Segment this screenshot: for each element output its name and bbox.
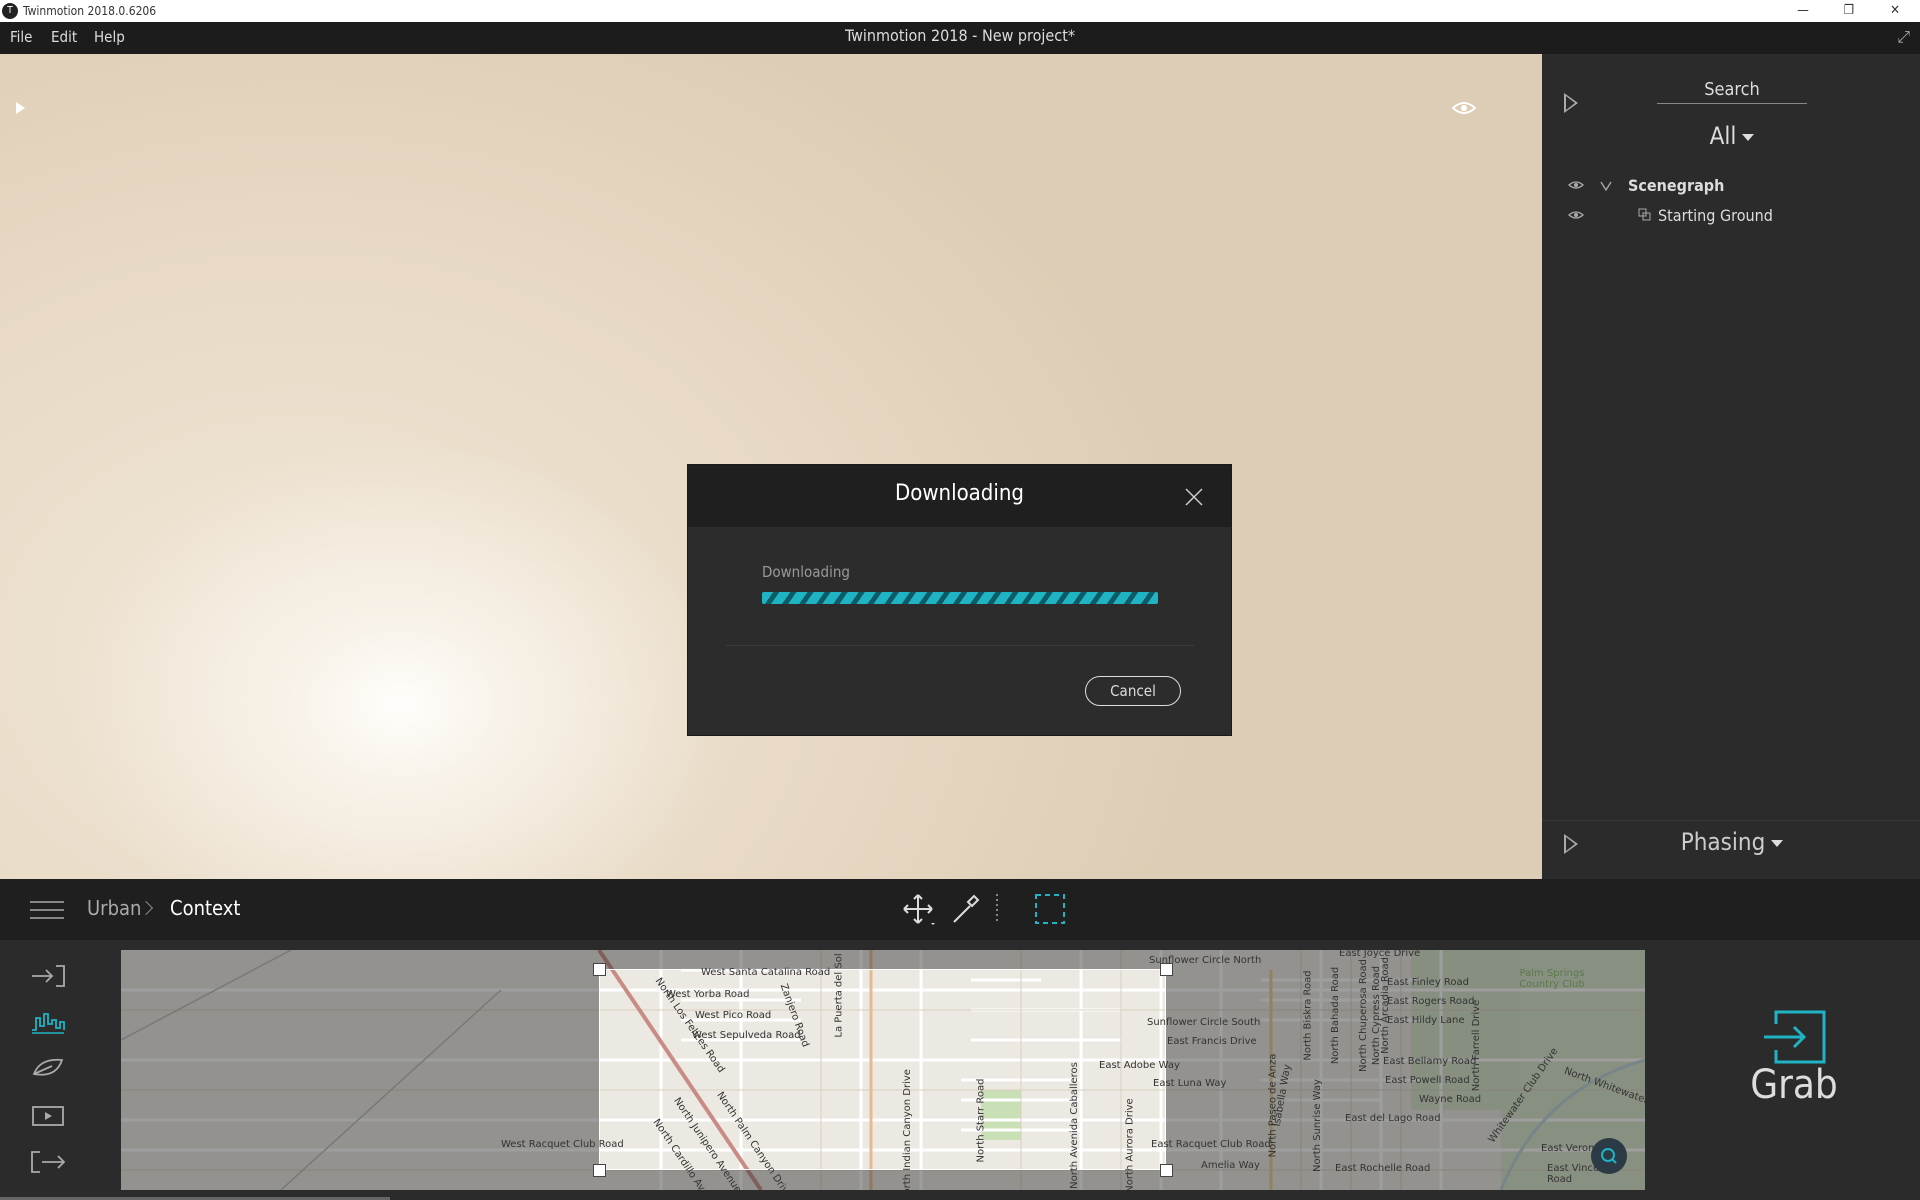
- grab-button[interactable]: Grab: [1742, 1062, 1846, 1108]
- export-icon[interactable]: [30, 1150, 66, 1174]
- close-window-button[interactable]: ✕: [1872, 0, 1918, 22]
- leaf-icon[interactable]: [30, 1056, 66, 1080]
- breadcrumb-urban[interactable]: Urban: [87, 896, 141, 920]
- map-label: West Santa Catalina Road: [701, 967, 831, 978]
- map-search-button[interactable]: [1591, 1138, 1627, 1174]
- map-label: North Starr Road: [975, 1078, 987, 1163]
- map-label: East Rochelle Road: [1335, 1163, 1431, 1174]
- close-icon[interactable]: [1184, 487, 1204, 507]
- map-label: East Francis Drive: [1167, 1036, 1257, 1047]
- map-label: East Luna Way: [1153, 1078, 1227, 1089]
- map-label: East Rogers Road: [1387, 996, 1475, 1007]
- map-label: East Adobe Way: [1099, 1060, 1180, 1071]
- download-status-label: Downloading: [762, 563, 850, 581]
- import-icon[interactable]: [30, 964, 66, 988]
- restore-button[interactable]: ❐: [1826, 0, 1872, 22]
- download-progress-bar: [762, 592, 1158, 604]
- map-label: West Pico Road: [695, 1010, 772, 1021]
- tree-item-starting-ground[interactable]: Starting Ground: [1568, 206, 1868, 228]
- window-title: Twinmotion 2018.0.6206: [23, 4, 157, 18]
- map-label: East Joyce Drive: [1339, 950, 1421, 959]
- map-label: Sunflower Circle South: [1147, 1017, 1261, 1028]
- map-label: North Sunrise Way: [1311, 1079, 1323, 1172]
- cancel-button[interactable]: Cancel: [1085, 676, 1181, 706]
- map-label-layer: West Santa Catalina Road West Yorba Road…: [121, 950, 1645, 1190]
- map-label: North Whitewater Club: [1562, 1065, 1645, 1115]
- map-label: Wayne Road: [1419, 1094, 1482, 1105]
- location-map[interactable]: West Santa Catalina Road West Yorba Road…: [121, 950, 1645, 1190]
- map-label: North Bahada Road: [1330, 966, 1342, 1065]
- map-label: East Bellamy Road: [1383, 1056, 1477, 1067]
- map-label: West Yorba Road: [666, 989, 750, 1000]
- scene-panel: Search All Scenegraph Starting Ground Ph…: [1542, 54, 1920, 879]
- dialog-title: Downloading: [894, 481, 1024, 506]
- magnifier-icon: [1601, 1148, 1617, 1164]
- eye-icon[interactable]: [1568, 180, 1584, 190]
- map-label: East del Lago Road: [1345, 1113, 1441, 1124]
- map-label: East Finley Road: [1387, 977, 1470, 988]
- map-label: East Hildy Lane: [1387, 1015, 1465, 1026]
- hamburger-menu-icon[interactable]: [30, 901, 64, 919]
- project-title: Twinmotion 2018 - New project*: [844, 26, 1076, 45]
- media-icon[interactable]: [30, 1104, 66, 1128]
- eye-icon[interactable]: [1568, 210, 1584, 220]
- map-label: North Farrell Drive: [1471, 999, 1483, 1092]
- context-terrain-icon[interactable]: [30, 1010, 66, 1034]
- divider: [726, 645, 1194, 646]
- app-icon: T: [2, 3, 18, 19]
- phasing-label: Phasing: [1680, 828, 1766, 856]
- map-label: East Powell Road: [1385, 1075, 1470, 1086]
- tree-item-scenegraph[interactable]: Scenegraph: [1568, 176, 1868, 198]
- map-label: Palm Springs Country Club: [1519, 968, 1585, 990]
- tree-label: Starting Ground: [1658, 206, 1773, 225]
- filter-dropdown[interactable]: All: [1642, 122, 1822, 150]
- map-label: North Aurora Drive: [1124, 1098, 1136, 1190]
- context-panel: West Santa Catalina Road West Yorba Road…: [0, 940, 1920, 1200]
- map-label: North Biskra Road: [1302, 970, 1314, 1061]
- map-label: Sunflower Circle North: [1149, 955, 1262, 966]
- group-icon: [1638, 208, 1651, 221]
- grab-icon[interactable]: [1762, 1010, 1826, 1064]
- download-dialog: Downloading Downloading Cancel: [687, 464, 1232, 736]
- move-tool-icon[interactable]: [901, 892, 935, 926]
- map-label: North Indian Canyon Drive: [901, 1069, 913, 1190]
- map-label: West Racquet Club Road: [501, 1139, 624, 1150]
- map-label: North Chuperosa Road: [1357, 959, 1369, 1072]
- collapse-panel-icon[interactable]: [1564, 93, 1578, 113]
- expand-chevron-icon[interactable]: [1600, 181, 1612, 191]
- map-label: East Racquet Club Road: [1151, 1139, 1271, 1150]
- divider: [1542, 820, 1920, 821]
- viewport-expand-icon[interactable]: [16, 102, 25, 114]
- phasing-expand-icon[interactable]: [1564, 834, 1578, 854]
- phasing-dropdown[interactable]: Phasing: [1642, 828, 1822, 856]
- selection-rectangle-icon[interactable]: [1033, 892, 1067, 926]
- map-label: West Sepulveda Road: [692, 1030, 801, 1041]
- filter-value: All: [1709, 122, 1737, 150]
- fullscreen-icon[interactable]: ⤢: [1897, 27, 1910, 47]
- chevron-down-icon: [1771, 839, 1784, 847]
- map-label: North Arcadia Road: [1380, 956, 1392, 1055]
- map-label: North Avenida Caballeros: [1068, 1062, 1080, 1189]
- visibility-eye-icon[interactable]: [1452, 100, 1476, 116]
- eyedropper-icon[interactable]: [948, 892, 982, 926]
- breadcrumb-context: Context: [170, 896, 241, 920]
- chevron-down-icon: [1742, 133, 1755, 141]
- map-label: La Puerta del Sol: [833, 953, 845, 1038]
- toolbar-divider: [996, 894, 998, 924]
- map-label: Whitewater Club Drive: [1486, 1046, 1561, 1145]
- tree-label: Scenegraph: [1628, 176, 1725, 195]
- minimize-button[interactable]: —: [1780, 0, 1826, 22]
- map-label: Amelia Way: [1201, 1160, 1260, 1171]
- search-field[interactable]: Search: [1657, 76, 1807, 104]
- bottom-toolbar: Urban Context: [0, 879, 1920, 940]
- window-titlebar: T Twinmotion 2018.0.6206 — ❐ ✕: [0, 0, 1920, 22]
